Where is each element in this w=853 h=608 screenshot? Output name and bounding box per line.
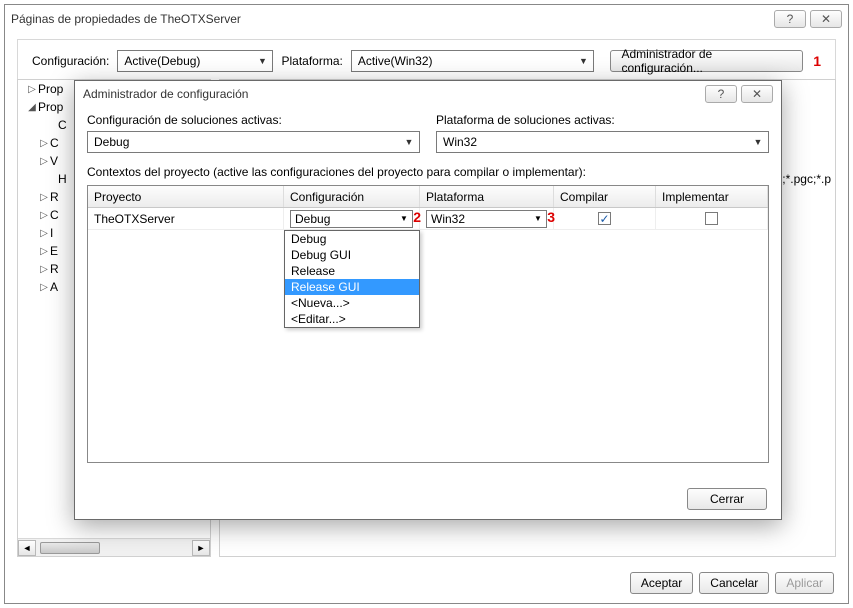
config-manager-dialog: Administrador de configuración ? ✕ Confi… [74,80,782,520]
solution-platform-value: Win32 [443,135,477,149]
config-combo[interactable]: Active(Debug) ▼ [117,50,273,72]
parent-footer: Aceptar Cancelar Aplicar [5,563,848,603]
close-button[interactable]: ✕ [810,10,842,28]
ok-button[interactable]: Aceptar [630,572,693,594]
close-dialog-button[interactable]: Cerrar [687,488,767,510]
header-build[interactable]: Compilar [554,186,656,207]
solution-platform-combo[interactable]: Win32 ▼ [436,131,769,153]
parent-titlebar: Páginas de propiedades de TheOTXServer ?… [5,5,848,33]
project-config-combo[interactable]: Debug ▼ [290,210,413,228]
solution-config-value: Debug [94,135,129,149]
config-dropdown-list: Debug Debug GUI Release Release GUI <Nue… [284,230,420,328]
chevron-down-icon: ▼ [397,212,411,226]
help-icon: ? [787,12,794,26]
solution-config-label: Configuración de soluciones activas: [87,113,420,127]
deploy-checkbox[interactable] [705,212,718,225]
parent-toolbar: Configuración: Active(Debug) ▼ Plataform… [17,39,836,83]
parent-title: Páginas de propiedades de TheOTXServer [11,12,774,26]
project-context-grid: Proyecto Configuración Plataforma Compil… [87,185,769,463]
help-button[interactable]: ? [774,10,806,28]
help-button[interactable]: ? [705,85,737,103]
close-icon: ✕ [821,12,831,26]
annotation-marker-1: 1 [813,53,821,69]
modal-title-buttons: ? ✕ [705,85,773,103]
chevron-down-icon: ▼ [254,53,270,69]
table-row: TheOTXServer Debug ▼ 2 Win32 ▼ 3 [88,208,768,230]
header-project[interactable]: Proyecto [88,186,284,207]
chevron-down-icon: ▼ [575,53,591,69]
cell-deploy [656,208,768,229]
scroll-left-icon[interactable]: ◄ [18,540,36,556]
grid-header: Proyecto Configuración Plataforma Compil… [88,186,768,208]
cancel-button[interactable]: Cancelar [699,572,769,594]
context-label: Contextos del proyecto (active las confi… [87,165,769,179]
dropdown-item[interactable]: Debug [285,231,419,247]
cell-build: ✓ [554,208,656,229]
help-icon: ? [718,87,725,101]
modal-body: Configuración de soluciones activas: Deb… [87,113,769,473]
chevron-down-icon: ▼ [531,212,545,226]
peek-text: p;*.pgc;*.p [776,172,831,186]
modal-footer: Cerrar [75,479,781,519]
apply-button[interactable]: Aplicar [775,572,834,594]
dropdown-item[interactable]: <Nueva...> [285,295,419,311]
header-config[interactable]: Configuración [284,186,420,207]
scroll-thumb[interactable] [40,542,100,554]
platform-combo[interactable]: Active(Win32) ▼ [351,50,595,72]
header-platform[interactable]: Plataforma [420,186,554,207]
dropdown-item[interactable]: Debug GUI [285,247,419,263]
cell-platform: Win32 ▼ 3 [420,208,554,229]
platform-value: Active(Win32) [358,54,433,68]
tree-h-scrollbar[interactable]: ◄ ► [18,538,210,556]
solution-config-combo[interactable]: Debug ▼ [87,131,420,153]
close-icon: ✕ [752,87,762,101]
config-manager-button[interactable]: Administrador de configuración... [610,50,803,72]
chevron-down-icon: ▼ [750,134,766,150]
config-label: Configuración: [32,54,109,68]
config-value: Active(Debug) [124,54,200,68]
platform-label: Plataforma: [281,54,342,68]
project-platform-combo[interactable]: Win32 ▼ [426,210,547,228]
dropdown-item[interactable]: Release [285,263,419,279]
scroll-right-icon[interactable]: ► [192,540,210,556]
modal-title: Administrador de configuración [83,87,705,101]
dropdown-item-selected[interactable]: Release GUI [285,279,419,295]
dropdown-item[interactable]: <Editar...> [285,311,419,327]
chevron-down-icon: ▼ [401,134,417,150]
modal-titlebar: Administrador de configuración ? ✕ [75,81,781,107]
cell-project: TheOTXServer [88,208,284,229]
parent-title-buttons: ? ✕ [774,10,842,28]
close-button[interactable]: ✕ [741,85,773,103]
header-deploy[interactable]: Implementar [656,186,768,207]
config-manager-label: Administrador de configuración... [621,47,792,75]
solution-platform-label: Plataforma de soluciones activas: [436,113,769,127]
build-checkbox[interactable]: ✓ [598,212,611,225]
cell-config: Debug ▼ 2 [284,208,420,229]
